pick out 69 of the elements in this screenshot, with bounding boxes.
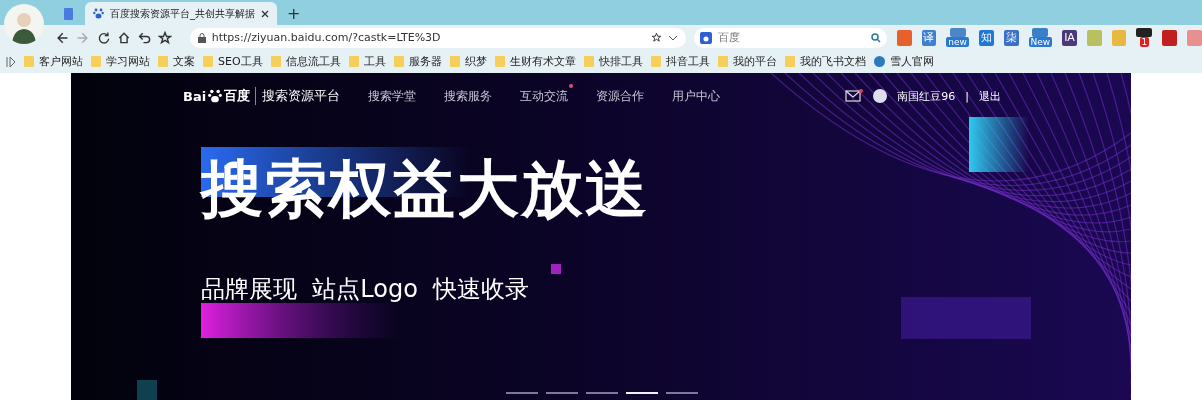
nav-link[interactable]: 资源合作 [596,87,645,105]
folder-icon [393,56,404,67]
paw-icon [93,8,104,19]
separator-text: | [965,89,969,103]
bookmark[interactable]: 客户网站 [24,54,83,69]
folder-icon [717,56,728,67]
banner-subtitle: 品牌展现 站点Logo 快速收录 [201,274,530,305]
bookmark[interactable]: 信息流工具 [270,54,341,69]
site-logo-icon [873,56,885,67]
lock-icon [197,32,206,43]
count-badge: New [1028,37,1053,47]
extension-icon[interactable]: 译 [921,29,937,46]
browser-tab[interactable]: 百度搜索资源平台_共创共享解据 [85,2,277,25]
close-icon[interactable] [261,9,269,18]
folder-icon [91,56,101,67]
site-logo[interactable]: Bai 百度 [183,87,251,105]
user-avatar[interactable] [873,89,888,103]
folder-icon [158,56,168,67]
folder-icon [784,56,795,67]
chevron-icon[interactable] [667,34,678,41]
mail-icon[interactable] [845,89,864,103]
paw-icon [699,31,712,44]
bookmark[interactable]: 工具 [348,54,386,69]
decorative-square [137,380,157,400]
bookmark[interactable]: 学习网站 [91,54,150,69]
folder-icon [494,56,505,67]
logout-link[interactable]: 退出 [979,88,1001,104]
extension-icon[interactable] [1136,28,1153,37]
product-name: 搜索资源平台 [255,87,341,105]
extension-icon[interactable]: 柒 [1003,29,1019,46]
search-box[interactable]: 百度 [693,27,887,48]
nav-link[interactable]: 互动交流 [520,87,569,105]
sidebar-toggle-icon[interactable] [6,55,16,68]
extension-icon[interactable]: 知 [978,29,994,46]
bookmark[interactable]: 生财有术文章 [494,54,576,69]
bookmark[interactable]: 我的平台 [717,54,777,69]
new-tab-button[interactable]: + [281,2,307,25]
search-field[interactable]: 百度 [715,30,867,45]
bookmark[interactable]: 快排工具 [583,54,643,69]
count-badge: 1 [1139,37,1150,47]
bookmark[interactable]: 服务器 [393,54,442,69]
bookmark[interactable]: 织梦 [449,54,487,69]
folder-icon [203,56,213,67]
folder-icon [270,56,281,67]
bookmark[interactable]: 我的飞书文档 [784,54,866,69]
count-badge: new [946,37,969,47]
address-bar[interactable]: https://ziyuan.baidu.com/?castk=LTE%3D [189,27,686,48]
tab-title: 百度搜索资源平台_共创共享解据 [110,6,255,21]
folder-icon [583,56,594,67]
star-icon[interactable] [650,32,662,43]
folder-icon [24,56,34,67]
search-icon[interactable] [870,32,881,43]
extension-icon[interactable]: IA [1062,29,1077,46]
username[interactable]: 南国红豆96 [897,88,956,104]
nav-link[interactable]: 搜索学堂 [368,87,417,105]
nav-link[interactable]: 用户中心 [672,87,721,105]
bookmark[interactable]: SEO工具 [203,54,263,69]
bookmark[interactable]: 雪人官网 [873,54,934,69]
bookmark[interactable]: 文案 [158,54,195,69]
profile-avatar[interactable] [4,4,44,44]
nav-link[interactable]: 搜索服务 [444,87,493,105]
document-icon [64,7,73,20]
paw-icon [208,89,223,103]
bookmark[interactable]: 抖音工具 [650,54,710,69]
decorative-square [551,264,561,274]
folder-icon [348,56,359,67]
folder-icon [650,56,661,67]
gradient-block [969,117,1029,172]
folder-icon [449,56,460,67]
